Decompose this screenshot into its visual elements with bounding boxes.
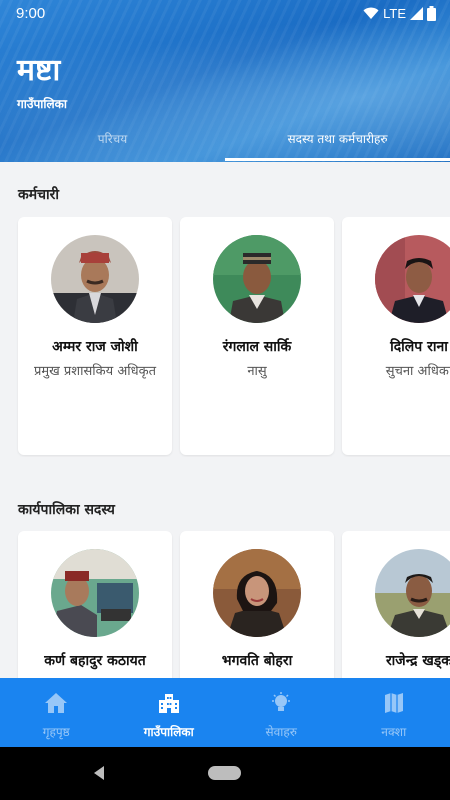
home-icon: [45, 693, 67, 713]
battery-icon: [427, 6, 436, 21]
app-header: 9:00 LTE मष्टा गाउँपालिका परिचय सदस्य तथ…: [0, 0, 450, 162]
members-card-list[interactable]: कर्ण बहादुर कठायत भगवति बोहरा राजेन्द्र …: [0, 531, 450, 678]
nav-municipality[interactable]: गाउँपालिका: [113, 678, 226, 747]
members-section-title: कार्यपालिका सदस्य: [18, 502, 115, 518]
avatar: [213, 549, 301, 637]
page-subtitle: गाउँपालिका: [17, 97, 67, 111]
nav-services[interactable]: सेवाहरु: [225, 678, 338, 747]
status-time: 9:00: [16, 5, 46, 22]
staff-section-title: कर्मचारी: [18, 187, 59, 203]
staff-role: सुचना अधिका: [385, 364, 450, 379]
status-icons: LTE: [363, 6, 436, 21]
bottom-navigation: गृहपृष्ठ गाउँपालिका सेवाहरु नक्शा: [0, 678, 450, 747]
nav-label: नक्शा: [381, 725, 407, 739]
system-navigation-bar: [0, 747, 450, 800]
avatar: [375, 549, 450, 637]
nav-label: गाउँपालिका: [143, 725, 194, 739]
nav-home[interactable]: गृहपृष्ठ: [0, 678, 113, 747]
staff-role: नासु: [247, 364, 267, 379]
staff-name: रंगलाल सार्कि: [222, 339, 292, 355]
avatar: [51, 549, 139, 637]
status-bar: 9:00 LTE: [0, 0, 450, 28]
signal-icon: [410, 7, 423, 20]
back-icon[interactable]: [92, 765, 106, 781]
staff-name: दिलिप राना: [390, 339, 448, 355]
staff-card[interactable]: दिलिप राना सुचना अधिका: [342, 217, 450, 455]
staff-name: अम्मर राज जोशी: [52, 339, 138, 355]
member-name: भगवति बोहरा: [221, 653, 293, 669]
home-pill-button[interactable]: [208, 766, 241, 780]
staff-card[interactable]: अम्मर राज जोशी प्रमुख प्रशासकिय अधिकृत: [18, 217, 172, 455]
member-name: राजेन्द्र खड्क: [385, 653, 450, 669]
page-title: मष्टा: [17, 53, 61, 88]
nav-map[interactable]: नक्शा: [338, 678, 450, 747]
staff-card[interactable]: रंगलाल सार्कि नासु: [180, 217, 334, 455]
nav-label: गृहपृष्ठ: [42, 725, 70, 739]
nav-label: सेवाहरु: [265, 725, 297, 739]
tab-members-staff[interactable]: सदस्य तथा कर्मचारीहरु: [225, 124, 450, 162]
wifi-icon: [363, 7, 379, 19]
building-icon: [158, 694, 179, 713]
staff-card-list[interactable]: अम्मर राज जोशी प्रमुख प्रशासकिय अधिकृत र…: [0, 217, 450, 457]
member-card[interactable]: भगवति बोहरा: [180, 531, 334, 678]
staff-role: प्रमुख प्रशासकिय अधिकृत: [33, 364, 157, 379]
member-card[interactable]: कर्ण बहादुर कठायत: [18, 531, 172, 678]
network-type: LTE: [383, 6, 406, 21]
tab-bar: परिचय सदस्य तथा कर्मचारीहरु: [0, 124, 450, 162]
active-tab-indicator: [225, 158, 450, 161]
tab-introduction[interactable]: परिचय: [0, 124, 225, 162]
member-name: कर्ण बहादुर कठायत: [44, 653, 146, 669]
avatar: [213, 235, 301, 323]
map-icon: [384, 693, 403, 713]
bulb-icon: [272, 692, 290, 711]
member-card[interactable]: राजेन्द्र खड्क: [342, 531, 450, 678]
avatar: [51, 235, 139, 323]
avatar: [375, 235, 450, 323]
